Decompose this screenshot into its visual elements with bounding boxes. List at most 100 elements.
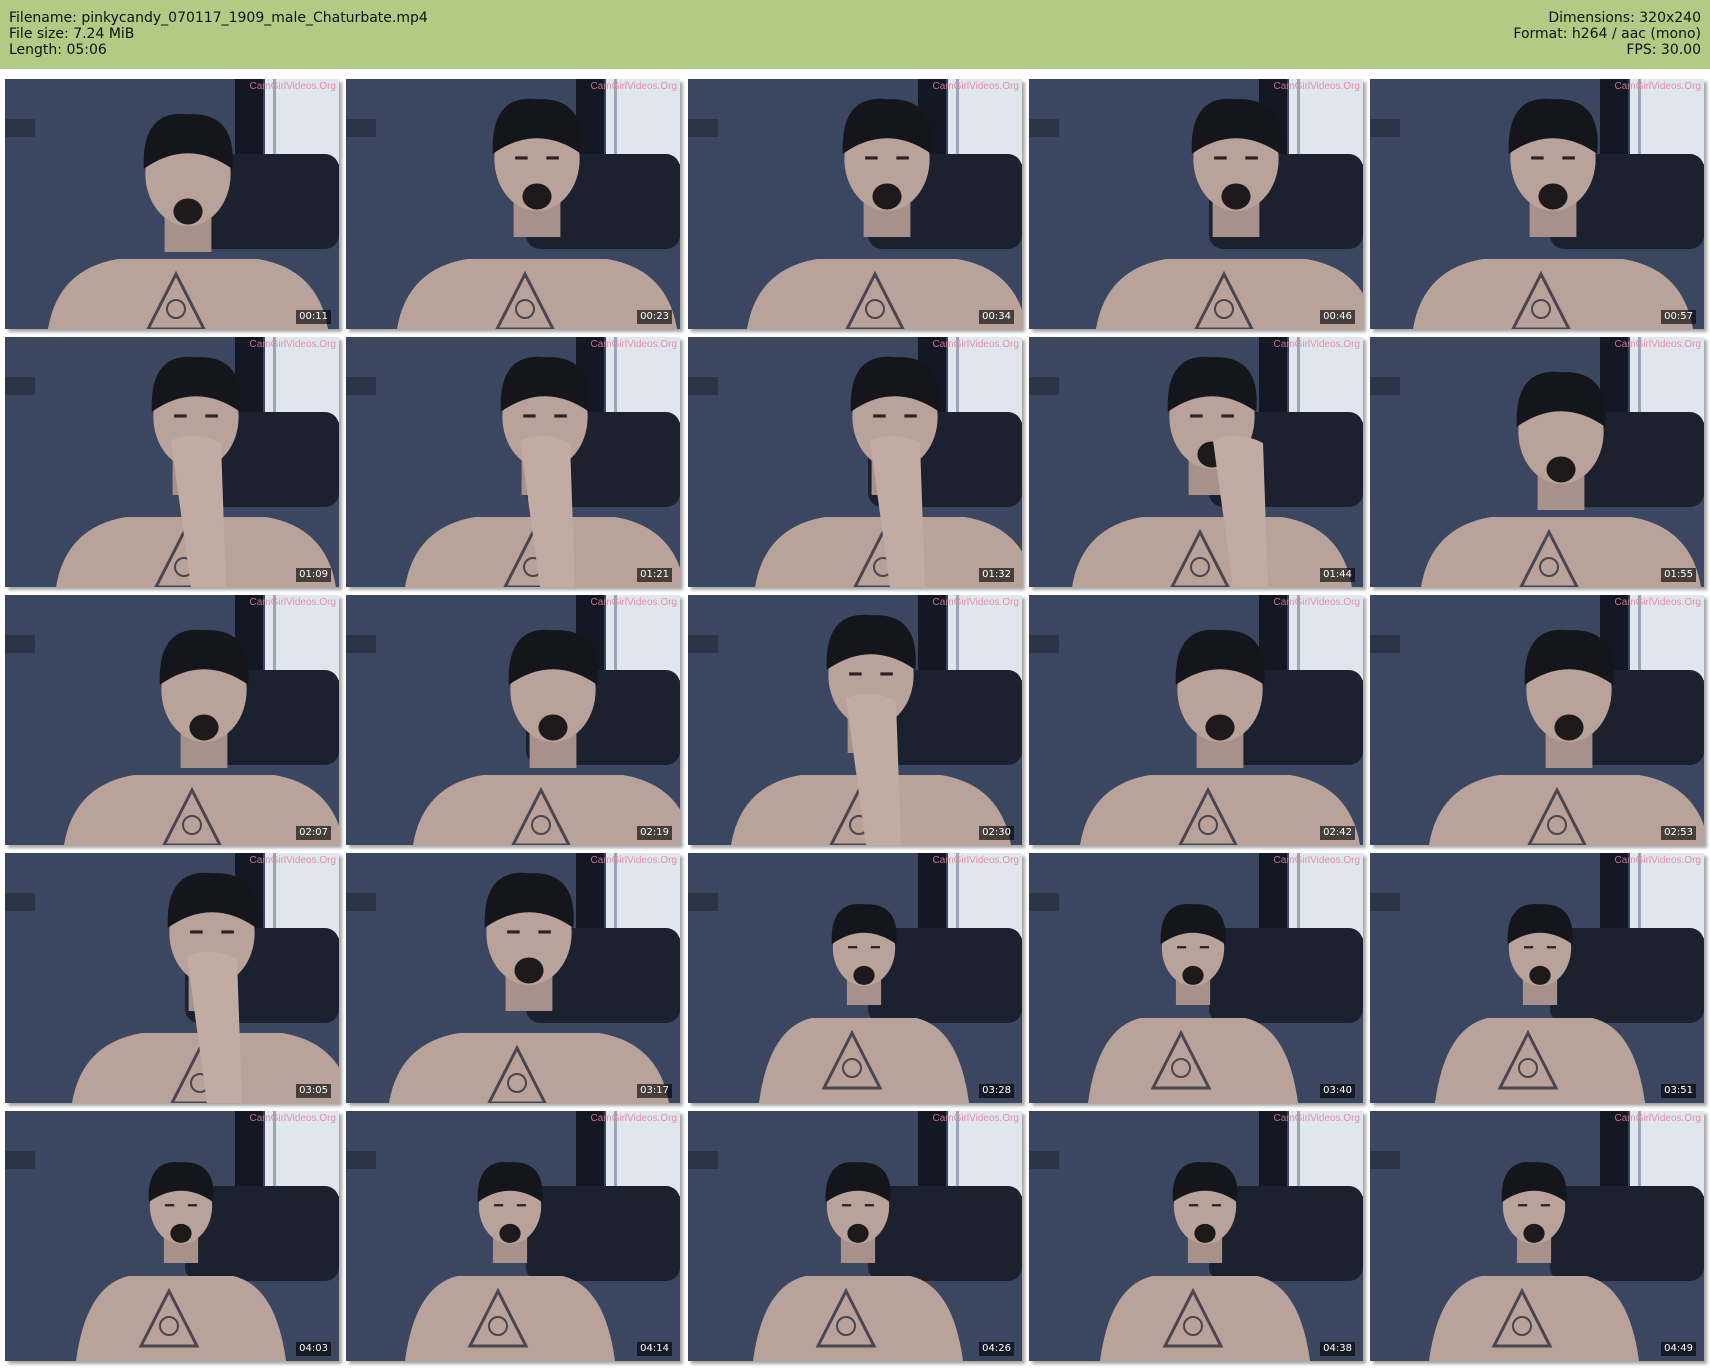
video-frame-image (1029, 853, 1363, 1103)
video-frame-image (688, 853, 1022, 1103)
video-frame-image (688, 337, 1022, 587)
video-thumbnail: CamGirlVideos.Org 03:28 (688, 853, 1022, 1103)
watermark-text: CamGirlVideos.Org (932, 855, 1019, 866)
video-thumbnail: CamGirlVideos.Org 00:11 (5, 79, 339, 329)
watermark-text: CamGirlVideos.Org (249, 339, 336, 350)
frame-timestamp: 02:42 (1320, 826, 1355, 840)
filesize-label: File size: (9, 26, 69, 42)
video-thumbnail: CamGirlVideos.Org 00:46 (1029, 79, 1363, 329)
watermark-text: CamGirlVideos.Org (590, 81, 677, 92)
video-frame-image (1370, 337, 1704, 587)
info-header: Filename: pinkycandy_070117_1909_male_Ch… (0, 0, 1710, 69)
frame-timestamp: 03:17 (637, 1084, 672, 1098)
frame-timestamp: 04:26 (979, 1342, 1014, 1356)
filename-line: Filename: pinkycandy_070117_1909_male_Ch… (9, 10, 428, 26)
video-thumbnail: CamGirlVideos.Org 04:38 (1029, 1111, 1363, 1361)
filename-value: pinkycandy_070117_1909_male_Chaturbate.m… (81, 10, 428, 26)
video-thumbnail: CamGirlVideos.Org 04:49 (1370, 1111, 1704, 1361)
video-thumbnail: CamGirlVideos.Org 04:03 (5, 1111, 339, 1361)
video-thumbnail: CamGirlVideos.Org 03:51 (1370, 853, 1704, 1103)
info-right: Dimensions: 320x240 Format: h264 / aac (… (1513, 10, 1701, 58)
video-frame-image (1370, 853, 1704, 1103)
frame-timestamp: 02:19 (637, 826, 672, 840)
video-thumbnail: CamGirlVideos.Org 02:30 (688, 595, 1022, 845)
video-frame-image (5, 1111, 339, 1361)
info-left: Filename: pinkycandy_070117_1909_male_Ch… (9, 10, 428, 58)
video-thumbnail: CamGirlVideos.Org 02:42 (1029, 595, 1363, 845)
frame-timestamp: 00:11 (296, 310, 331, 324)
frame-timestamp: 04:38 (1320, 1342, 1355, 1356)
frame-timestamp: 00:23 (637, 310, 672, 324)
frame-timestamp: 03:28 (979, 1084, 1014, 1098)
fps-line: FPS: 30.00 (1513, 42, 1701, 58)
video-frame-image (688, 79, 1022, 329)
watermark-text: CamGirlVideos.Org (1614, 1113, 1701, 1124)
watermark-text: CamGirlVideos.Org (932, 339, 1019, 350)
watermark-text: CamGirlVideos.Org (1273, 855, 1360, 866)
frame-timestamp: 03:51 (1661, 1084, 1696, 1098)
video-thumbnail: CamGirlVideos.Org 01:32 (688, 337, 1022, 587)
video-frame-image (346, 853, 680, 1103)
watermark-text: CamGirlVideos.Org (590, 855, 677, 866)
frame-timestamp: 00:57 (1661, 310, 1696, 324)
video-frame-image (1370, 1111, 1704, 1361)
length-line: Length: 05:06 (9, 42, 428, 58)
watermark-text: CamGirlVideos.Org (932, 81, 1019, 92)
video-thumbnail: CamGirlVideos.Org 02:53 (1370, 595, 1704, 845)
video-thumbnail: CamGirlVideos.Org 03:40 (1029, 853, 1363, 1103)
watermark-text: CamGirlVideos.Org (249, 855, 336, 866)
dimensions-label: Dimensions: (1548, 10, 1635, 26)
frame-timestamp: 01:32 (979, 568, 1014, 582)
watermark-text: CamGirlVideos.Org (249, 81, 336, 92)
video-frame-image (688, 1111, 1022, 1361)
watermark-text: CamGirlVideos.Org (1273, 81, 1360, 92)
video-thumbnail: CamGirlVideos.Org 01:55 (1370, 337, 1704, 587)
watermark-text: CamGirlVideos.Org (590, 597, 677, 608)
video-thumbnail: CamGirlVideos.Org 01:21 (346, 337, 680, 587)
video-frame-image (1029, 79, 1363, 329)
dimensions-value: 320x240 (1639, 10, 1701, 26)
filesize-line: File size: 7.24 MiB (9, 26, 428, 42)
frame-timestamp: 02:53 (1661, 826, 1696, 840)
dimensions-line: Dimensions: 320x240 (1513, 10, 1701, 26)
video-thumbnail: CamGirlVideos.Org 02:07 (5, 595, 339, 845)
video-frame-image (346, 595, 680, 845)
video-thumbnail: CamGirlVideos.Org 01:09 (5, 337, 339, 587)
video-thumbnail: CamGirlVideos.Org 00:23 (346, 79, 680, 329)
frame-timestamp: 02:30 (979, 826, 1014, 840)
frame-timestamp: 04:49 (1661, 1342, 1696, 1356)
watermark-text: CamGirlVideos.Org (1614, 81, 1701, 92)
video-frame-image (5, 79, 339, 329)
watermark-text: CamGirlVideos.Org (590, 339, 677, 350)
video-frame-image (1029, 1111, 1363, 1361)
frame-timestamp: 04:14 (637, 1342, 672, 1356)
length-label: Length: (9, 42, 63, 58)
frame-timestamp: 03:40 (1320, 1084, 1355, 1098)
video-thumbnail: CamGirlVideos.Org 01:44 (1029, 337, 1363, 587)
frame-timestamp: 01:44 (1320, 568, 1355, 582)
watermark-text: CamGirlVideos.Org (1273, 339, 1360, 350)
video-frame-image (5, 595, 339, 845)
video-frame-image (5, 853, 339, 1103)
video-thumbnail: CamGirlVideos.Org 04:26 (688, 1111, 1022, 1361)
watermark-text: CamGirlVideos.Org (249, 1113, 336, 1124)
frame-timestamp: 02:07 (296, 826, 331, 840)
watermark-text: CamGirlVideos.Org (249, 597, 336, 608)
watermark-text: CamGirlVideos.Org (1614, 597, 1701, 608)
watermark-text: CamGirlVideos.Org (590, 1113, 677, 1124)
video-frame-image (1370, 79, 1704, 329)
frame-timestamp: 04:03 (296, 1342, 331, 1356)
video-thumbnail: CamGirlVideos.Org 02:19 (346, 595, 680, 845)
frame-timestamp: 00:34 (979, 310, 1014, 324)
video-frame-image (688, 595, 1022, 845)
video-frame-image (1029, 595, 1363, 845)
frame-timestamp: 01:21 (637, 568, 672, 582)
watermark-text: CamGirlVideos.Org (932, 597, 1019, 608)
video-thumbnail: CamGirlVideos.Org 03:17 (346, 853, 680, 1103)
video-thumbnail: CamGirlVideos.Org 00:57 (1370, 79, 1704, 329)
frame-timestamp: 00:46 (1320, 310, 1355, 324)
format-label: Format: (1513, 26, 1568, 42)
video-frame-image (346, 79, 680, 329)
frame-timestamp: 03:05 (296, 1084, 331, 1098)
fps-value: 30.00 (1660, 42, 1701, 58)
